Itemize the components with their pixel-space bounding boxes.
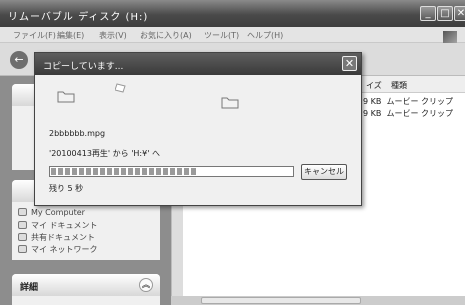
progress-fill	[51, 168, 196, 175]
progress-bar	[49, 166, 294, 177]
close-button[interactable]: ✕	[454, 6, 465, 21]
copy-dialog: コピーしています... ✕ 2bbbbbb.mpg '20100413再生' か…	[34, 52, 362, 206]
back-arrow-icon[interactable]: ←	[10, 51, 28, 69]
flying-document-icon	[115, 83, 126, 93]
details-header[interactable]: 詳細 ︽	[12, 274, 160, 296]
column-size[interactable]: イズ	[366, 80, 382, 91]
scroll-thumb[interactable]	[201, 297, 361, 304]
details-panel: 詳細 ︽	[12, 274, 160, 305]
window-title: リムーバブル ディスク (H:)	[8, 12, 149, 23]
shared-folder-icon	[18, 233, 27, 241]
copy-route: '20100413再生' から 'H:¥' へ	[49, 149, 160, 158]
minimize-button[interactable]: _	[420, 6, 436, 21]
horizontal-scrollbar[interactable]	[171, 296, 465, 305]
menu-view[interactable]: 表示(V)	[99, 30, 127, 41]
dialog-title: コピーしています...	[35, 53, 361, 75]
file-row[interactable]: 9 KB ムービー クリップ	[363, 108, 453, 119]
menu-help[interactable]: ヘルプ(H)	[247, 30, 283, 41]
link-shared-documents[interactable]: 共有ドキュメント	[18, 232, 95, 243]
cancel-button[interactable]: キャンセル	[301, 164, 347, 180]
source-folder-icon	[57, 91, 75, 103]
menu-tools[interactable]: ツール(T)	[204, 30, 239, 41]
menu-bar: ファイル(F) 編集(E) 表示(V) お気に入り(A) ツール(T) ヘルプ(…	[0, 27, 465, 45]
documents-icon	[18, 221, 27, 229]
destination-folder-icon	[221, 97, 239, 109]
menu-file[interactable]: ファイル(F)	[13, 30, 56, 41]
maximize-button[interactable]: □	[437, 6, 453, 21]
file-name: 2bbbbbb.mpg	[49, 129, 106, 138]
dialog-close-button[interactable]: ✕	[342, 56, 357, 71]
link-my-computer[interactable]: My Computer	[18, 208, 85, 217]
menu-edit[interactable]: 編集(E)	[57, 30, 84, 41]
computer-icon	[18, 208, 27, 216]
link-my-network[interactable]: マイ ネットワーク	[18, 244, 98, 255]
file-row[interactable]: 9 KB ムービー クリップ	[363, 96, 453, 107]
link-my-documents[interactable]: マイ ドキュメント	[18, 220, 98, 231]
title-bar: リムーバブル ディスク (H:) _ □ ✕	[0, 0, 465, 27]
network-icon	[18, 245, 27, 253]
collapse-chevron-icon[interactable]: ︽	[139, 278, 153, 292]
time-remaining: 残り 5 秒	[49, 184, 84, 193]
menu-favorites[interactable]: お気に入り(A)	[140, 30, 192, 41]
column-type[interactable]: 種類	[391, 80, 407, 91]
